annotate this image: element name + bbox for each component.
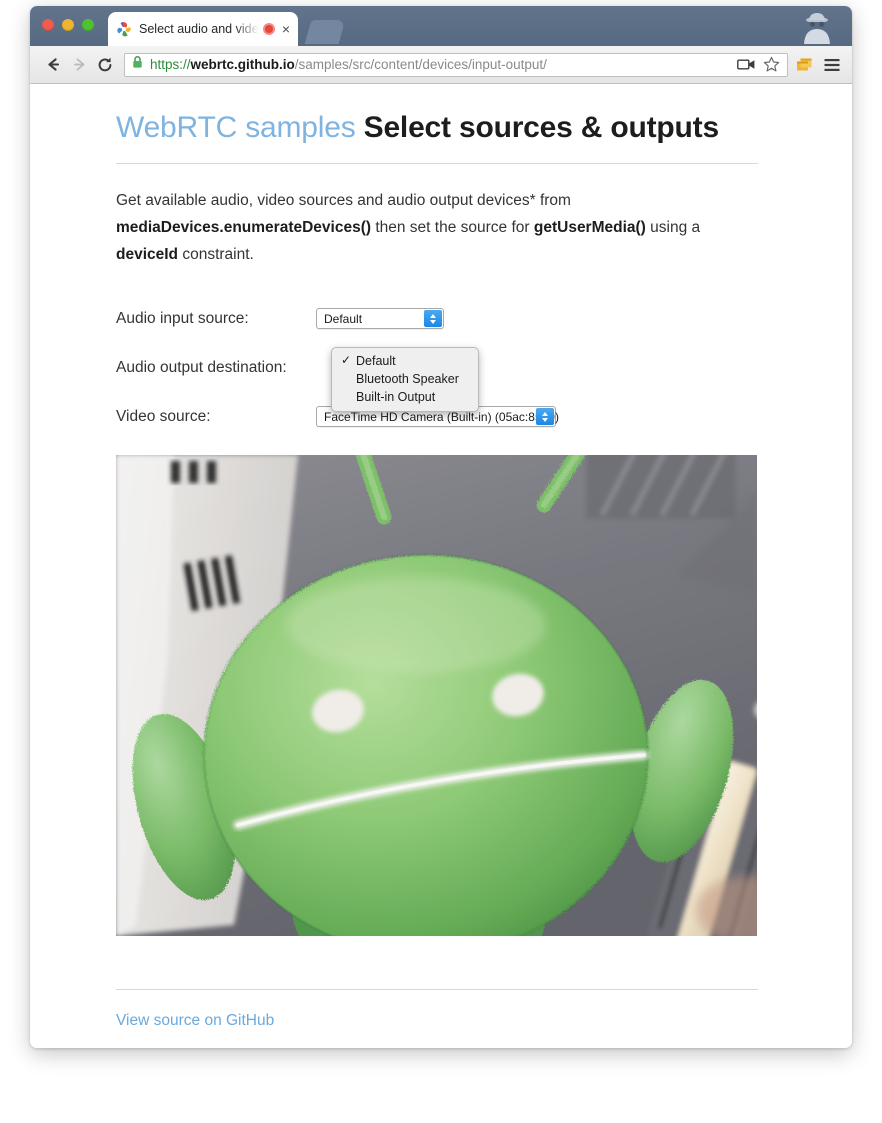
url-host: webrtc.github.io [190, 57, 295, 72]
desc-part-3: using a [645, 219, 701, 237]
menu-item-default[interactable]: ✓ Default [332, 352, 478, 370]
content-column: WebRTC samples Select sources & outputs … [116, 110, 758, 1030]
desc-code-deviceid: deviceId [116, 245, 179, 263]
audio-input-value: Default [324, 311, 363, 326]
page-description: Get available audio, video sources and a… [116, 188, 758, 268]
back-arrow-icon[interactable] [40, 52, 66, 78]
browser-tab[interactable]: Select audio and video × [108, 12, 298, 46]
device-selection-form: Audio input source: Default Audio output… [116, 294, 758, 441]
webcam-frame [116, 455, 757, 937]
desc-part-1: Get available audio, video sources and a… [116, 192, 571, 210]
audio-input-row: Audio input source: Default [116, 294, 758, 343]
url-path: /samples/src/content/devices/input-outpu… [294, 57, 547, 72]
menu-item-label: Default [356, 354, 396, 369]
chevron-updown-icon [536, 408, 554, 426]
desc-code-getusermedia: getUserMedia() [533, 219, 646, 237]
video-source-label: Video source: [116, 407, 211, 425]
chevron-updown-icon [424, 310, 442, 328]
menu-item-label: Built-in Output [356, 390, 436, 405]
webrtc-samples-link[interactable]: WebRTC samples [116, 111, 356, 144]
title-bar: Select audio and video × [30, 6, 852, 46]
recording-dot-icon [262, 23, 275, 35]
camera-permission-icon[interactable] [736, 55, 756, 75]
view-source-link[interactable]: View source on GitHub [116, 1012, 274, 1030]
address-bar[interactable]: https://webrtc.github.io/samples/src/con… [124, 52, 788, 77]
webrtc-pinwheel-icon [116, 21, 132, 37]
incognito-person-icon [796, 10, 838, 46]
window-controls [42, 19, 94, 31]
audio-output-label: Audio output destination: [116, 358, 287, 376]
page-title: WebRTC samples Select sources & outputs [116, 110, 758, 145]
tab-title: Select audio and video [139, 22, 259, 36]
audio-input-select[interactable]: Default [316, 308, 444, 330]
reload-icon[interactable] [92, 52, 118, 78]
desc-code-enumeratedevices: mediaDevices.enumerateDevices() [116, 219, 372, 237]
menu-item-bluetooth-speaker[interactable]: Bluetooth Speaker [332, 370, 478, 388]
audio-input-label: Audio input source: [116, 309, 249, 327]
minimize-window-button[interactable] [62, 19, 74, 31]
menu-item-built-in-output[interactable]: Built-in Output [332, 388, 478, 406]
star-icon[interactable] [761, 55, 781, 75]
zoom-window-button[interactable] [82, 19, 94, 31]
page-title-text: Select sources & outputs [363, 111, 719, 144]
url-scheme: https:// [150, 57, 191, 72]
lock-icon [131, 55, 144, 74]
omnibox-icons [736, 55, 781, 75]
audio-output-dropdown-menu[interactable]: ✓ Default Bluetooth Speaker Built-in Out… [331, 347, 479, 413]
desc-part-2: then set the source for [371, 219, 534, 237]
url-text: https://webrtc.github.io/samples/src/con… [150, 57, 736, 72]
browser-window: Select audio and video × https://webrtc.… [30, 6, 852, 1048]
page-content: WebRTC samples Select sources & outputs … [30, 84, 852, 1048]
checkmark-icon: ✓ [341, 353, 352, 368]
close-window-button[interactable] [42, 19, 54, 31]
hamburger-menu-icon[interactable] [822, 55, 842, 75]
menu-item-label: Bluetooth Speaker [356, 372, 459, 387]
forward-arrow-icon [66, 52, 92, 78]
footer-divider [116, 989, 758, 991]
desc-part-4: constraint. [178, 245, 254, 263]
video-preview[interactable] [116, 455, 757, 937]
close-tab-button[interactable]: × [282, 22, 290, 36]
header-divider [116, 163, 758, 165]
browser-toolbar: https://webrtc.github.io/samples/src/con… [30, 46, 852, 84]
new-tab-button[interactable] [304, 20, 346, 44]
extension-icon[interactable] [794, 55, 814, 75]
